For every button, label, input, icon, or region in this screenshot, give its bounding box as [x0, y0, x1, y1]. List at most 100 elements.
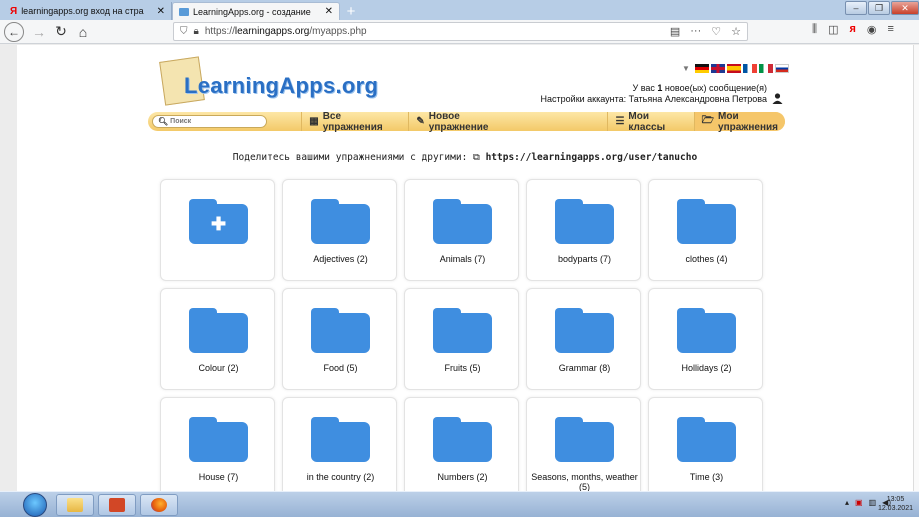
- menu-label: Мои классы: [628, 110, 666, 133]
- folder-icon: [433, 308, 492, 353]
- flag-english-icon[interactable]: [710, 64, 725, 73]
- url-text: https://learningapps.org/myapps.php: [204, 26, 367, 37]
- folder-tile[interactable]: Time (3): [648, 397, 763, 491]
- taskbar-firefox[interactable]: [140, 494, 178, 516]
- folder-tile[interactable]: Hollidays (2): [648, 288, 763, 390]
- folder-open-icon: 🗁︎: [701, 115, 715, 126]
- folder-label: Hollidays (2): [681, 363, 732, 373]
- menu-my-exercises[interactable]: 🗁︎ Мои упражнения: [693, 110, 786, 133]
- learningapps-logo[interactable]: LearningApps.org: [159, 56, 378, 111]
- folder-icon: [311, 199, 370, 244]
- yandex-icon[interactable]: я: [849, 23, 855, 36]
- language-dropdown-icon[interactable]: ▼: [682, 64, 690, 73]
- new-folder-tile[interactable]: ✚: [160, 179, 275, 281]
- folder-icon: [433, 199, 492, 244]
- list-icon: ☰: [615, 116, 625, 127]
- menu-label: Все упражнения: [322, 110, 383, 133]
- folder-tile[interactable]: Food (5): [282, 288, 397, 390]
- menu-new-exercise[interactable]: ✎ Новое упражнение: [408, 110, 526, 133]
- window-controls: – ❐ ✕: [845, 1, 919, 15]
- pocket-icon[interactable]: ♡: [711, 25, 721, 38]
- search-placeholder: Поиск: [170, 118, 192, 125]
- search-input[interactable]: 🔍︎ Поиск: [152, 115, 268, 128]
- address-bar[interactable]: ⛉ 🔒︎ https://learningapps.org/myapps.php…: [173, 22, 748, 41]
- folder-tile[interactable]: Grammar (8): [526, 288, 641, 390]
- library-icon[interactable]: ⫼: [812, 23, 817, 36]
- folder-tile[interactable]: Seasons, months, weather (5): [526, 397, 641, 491]
- folder-icon: [677, 199, 736, 244]
- start-button-icon[interactable]: [23, 493, 47, 517]
- share-link[interactable]: https://learningapps.org/user/tanucho: [486, 152, 698, 163]
- folder-label: Adjectives (2): [313, 254, 368, 264]
- menu-label: Новое упражнение: [428, 110, 489, 133]
- browser-tab-learningapps-create[interactable]: LearningApps.org - создание ✕: [172, 2, 340, 20]
- clock[interactable]: 13:05 12.03.2021: [878, 495, 913, 513]
- network-icon[interactable]: ▥: [869, 498, 877, 507]
- menu-icon[interactable]: ≡: [888, 23, 894, 36]
- folder-tile[interactable]: House (7): [160, 397, 275, 491]
- browser-tab-learningapps-login[interactable]: Я learningapps.org вход на стра ✕: [4, 2, 172, 20]
- windows-taskbar: ▴ ▣ ▥ ◀︎) 13:05 12.03.2021: [0, 491, 919, 517]
- reader-view-icon[interactable]: ▤: [670, 25, 680, 38]
- back-icon[interactable]: ←: [4, 21, 24, 42]
- bookmark-star-icon[interactable]: ☆: [731, 25, 741, 38]
- shield-icon[interactable]: ⛉: [180, 26, 188, 37]
- new-tab-icon[interactable]: +: [340, 2, 362, 20]
- folder-tile[interactable]: Adjectives (2): [282, 179, 397, 281]
- folder-tile[interactable]: Colour (2): [160, 288, 275, 390]
- minimize-icon[interactable]: –: [845, 1, 867, 15]
- vertical-scrollbar[interactable]: [913, 45, 919, 491]
- account-icon[interactable]: ◉: [867, 23, 877, 36]
- yandex-favicon-icon: Я: [10, 5, 18, 17]
- external-link-icon: ⧉: [473, 152, 480, 163]
- user-icon[interactable]: [772, 93, 783, 104]
- folder-icon: [555, 308, 614, 353]
- folder-tile[interactable]: in the country (2): [282, 397, 397, 491]
- folder-icon: [311, 417, 370, 462]
- folder-icon: [433, 417, 492, 462]
- folder-tile[interactable]: Animals (7): [404, 179, 519, 281]
- reload-icon[interactable]: ↻: [50, 21, 72, 43]
- folder-label: Time (3): [689, 472, 724, 482]
- tray-expand-icon[interactable]: ▴: [845, 498, 849, 507]
- folder-tile[interactable]: bodyparts (7): [526, 179, 641, 281]
- folder-tile[interactable]: Numbers (2): [404, 397, 519, 491]
- restore-icon[interactable]: ❐: [868, 1, 890, 15]
- toolbar-right: ⫼ ◫ я ◉ ≡: [812, 23, 894, 36]
- messages-link[interactable]: У вас 1 новое(ых) сообщение(я): [527, 83, 768, 94]
- clock-time: 13:05: [886, 496, 905, 503]
- home-icon[interactable]: ⌂: [72, 21, 94, 43]
- close-tab-icon[interactable]: ✕: [325, 6, 333, 17]
- folder-label: Animals (7): [439, 254, 486, 264]
- lock-icon[interactable]: 🔒︎: [194, 26, 199, 37]
- folder-label: bodyparts (7): [557, 254, 612, 264]
- flag-french-icon[interactable]: [742, 64, 757, 73]
- page-actions-icon[interactable]: ···: [690, 25, 701, 38]
- flag-spanish-icon[interactable]: [726, 64, 741, 73]
- account-info: У вас 1 новое(ых) сообщение(я) Настройки…: [527, 83, 767, 105]
- folder-grid: ✚ Adjectives (2) Animals (7) bodyparts (7) c…: [160, 179, 763, 491]
- folder-label: clothes (4): [685, 254, 728, 264]
- account-settings-link[interactable]: Настройки аккаунта: Татьяна Александровн…: [527, 94, 767, 105]
- main-menu-bar: 🔍︎ Поиск ▦ Все упражнения ✎ Новое упражн…: [148, 110, 786, 133]
- taskbar-explorer[interactable]: [56, 494, 94, 516]
- folder-tile[interactable]: clothes (4): [648, 179, 763, 281]
- flag-russian-icon[interactable]: [774, 64, 789, 73]
- tray-app-icon[interactable]: ▣: [855, 498, 863, 507]
- sidebar-icon[interactable]: ◫: [828, 23, 838, 36]
- folder-tile[interactable]: Fruits (5): [404, 288, 519, 390]
- close-tab-icon[interactable]: ✕: [157, 6, 165, 17]
- pencil-icon: ✎: [416, 116, 425, 127]
- window-close-icon[interactable]: ✕: [891, 1, 919, 15]
- forward-icon[interactable]: →: [28, 21, 50, 43]
- menu-label: Мои упражнения: [718, 110, 779, 133]
- flag-german-icon[interactable]: [694, 64, 709, 73]
- folder-label: Colour (2): [198, 363, 239, 373]
- menu-my-classes[interactable]: ☰ Мои классы: [607, 110, 693, 133]
- menu-all-exercises[interactable]: ▦ Все упражнения: [301, 110, 408, 133]
- browser-tab-bar: Я learningapps.org вход на стра ✕ Learni…: [0, 0, 919, 20]
- tab-label: learningapps.org вход на стра: [21, 6, 144, 16]
- folder-icon: [311, 308, 370, 353]
- flag-italian-icon[interactable]: [758, 64, 773, 73]
- taskbar-presentation[interactable]: [98, 494, 136, 516]
